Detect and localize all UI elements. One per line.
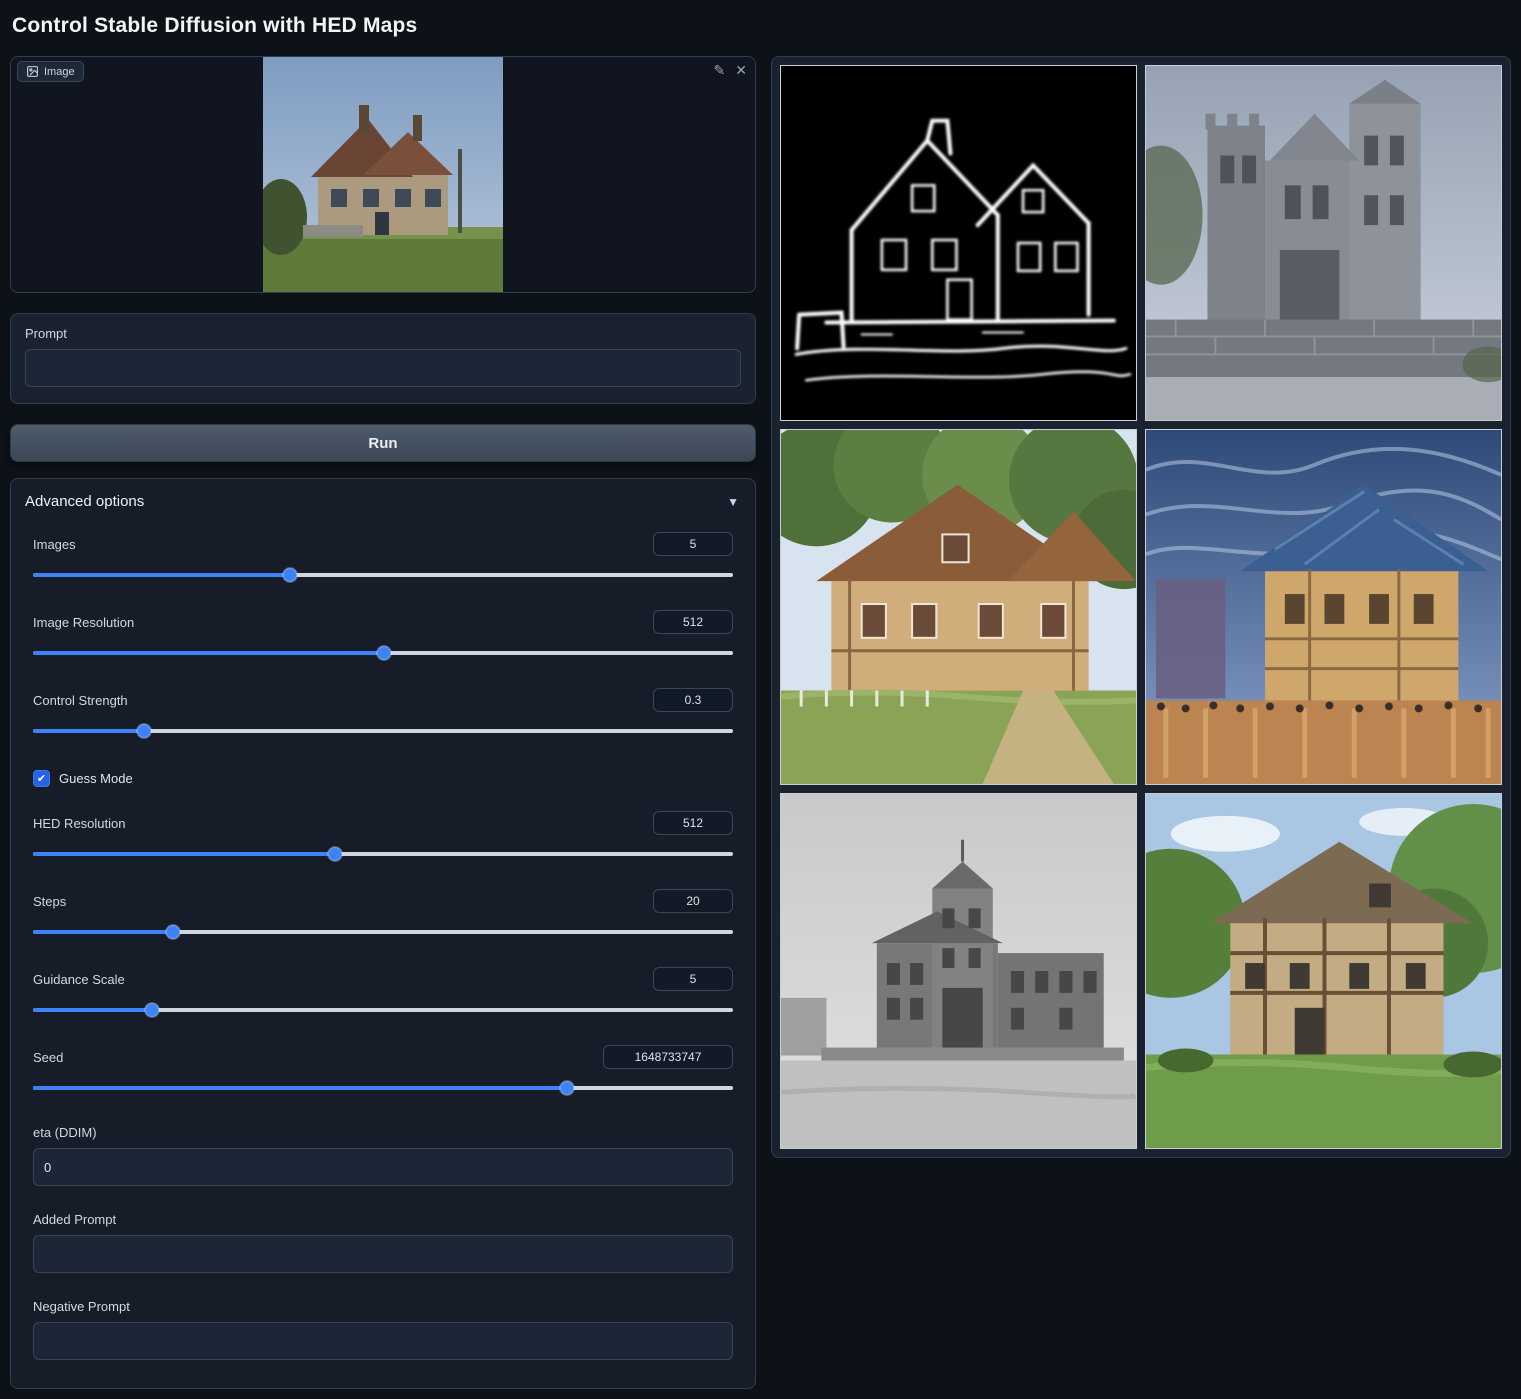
negative-prompt-input[interactable] (33, 1322, 733, 1360)
slider-fill (33, 930, 173, 934)
slider-hed-resolution-handle[interactable] (328, 847, 342, 861)
slider-image-resolution-track[interactable] (33, 646, 733, 660)
slider-steps-track[interactable] (33, 925, 733, 939)
slider-fill (33, 852, 335, 856)
page: Control Stable Diffusion with HED Maps I… (0, 0, 1521, 1399)
page-title: Control Stable Diffusion with HED Maps (12, 14, 1511, 38)
image-icon (26, 65, 39, 78)
gallery-image-hed-map[interactable] (780, 65, 1137, 421)
slider-images-label: Images (33, 537, 76, 552)
slider-seed-handle[interactable] (560, 1081, 574, 1095)
edit-icon[interactable]: ✎ (714, 63, 726, 77)
results-column (771, 56, 1511, 1158)
slider-image-resolution-handle[interactable] (377, 646, 391, 660)
slider-steps-value[interactable] (653, 889, 733, 913)
slider-control-strength-label: Control Strength (33, 693, 128, 708)
slider-fill (33, 573, 290, 577)
gallery-image-painted-house[interactable] (780, 429, 1137, 785)
gallery-image-stylized[interactable] (1145, 429, 1502, 785)
slider-control-strength-track[interactable] (33, 724, 733, 738)
slider-image-resolution: Image Resolution (21, 600, 745, 672)
advanced-options-header[interactable]: Advanced options ▼ (11, 479, 755, 522)
slider-hed-resolution-label: HED Resolution (33, 816, 126, 831)
eta-label: eta (DDIM) (33, 1125, 733, 1140)
slider-control-strength-value[interactable] (653, 688, 733, 712)
guess-mode-label: Guess Mode (59, 771, 133, 786)
slider-seed-label: Seed (33, 1050, 63, 1065)
image-label: Image (44, 66, 75, 78)
added-prompt-label: Added Prompt (33, 1212, 733, 1227)
slider-seed-track[interactable] (33, 1081, 733, 1095)
gallery-image-castle[interactable] (1145, 65, 1502, 421)
advanced-options-title: Advanced options (25, 493, 144, 510)
slider-images: Images (21, 522, 745, 594)
run-button[interactable]: Run (10, 424, 756, 462)
slider-hed-resolution-track[interactable] (33, 847, 733, 861)
eta-input[interactable] (33, 1148, 733, 1186)
slider-seed: Seed (21, 1035, 745, 1107)
slider-control-strength: Control Strength (21, 678, 745, 750)
slider-images-value[interactable] (653, 532, 733, 556)
prompt-label: Prompt (25, 326, 741, 341)
slider-guidance-scale-label: Guidance Scale (33, 972, 125, 987)
advanced-options-panel: Advanced options ▼ Images (10, 478, 756, 1389)
slider-fill (33, 729, 144, 733)
slider-steps-handle[interactable] (166, 925, 180, 939)
slider-guidance-scale-handle[interactable] (145, 1003, 159, 1017)
slider-steps-label: Steps (33, 894, 66, 909)
check-icon: ✔ (37, 772, 46, 785)
slider-images-track[interactable] (33, 568, 733, 582)
prompt-block: Prompt (10, 313, 756, 404)
slider-control-strength-handle[interactable] (137, 724, 151, 738)
close-icon[interactable]: ✕ (735, 63, 747, 77)
image-upload-area[interactable]: Image ✎ ✕ (10, 56, 756, 293)
gallery-image-house-lawn[interactable] (1145, 793, 1502, 1149)
slider-guidance-scale-track[interactable] (33, 1003, 733, 1017)
slider-fill (33, 651, 384, 655)
slider-fill (33, 1008, 152, 1012)
slider-image-resolution-label: Image Resolution (33, 615, 134, 630)
slider-seed-value[interactable] (603, 1045, 733, 1069)
added-prompt-group: Added Prompt (21, 1200, 745, 1287)
chevron-down-icon: ▼ (727, 495, 739, 509)
slider-hed-resolution: HED Resolution (21, 801, 745, 873)
slider-guidance-scale: Guidance Scale (21, 957, 745, 1029)
prompt-input[interactable] (25, 349, 741, 387)
controls-column: Image ✎ ✕ (10, 56, 756, 1389)
slider-image-resolution-value[interactable] (653, 610, 733, 634)
negative-prompt-label: Negative Prompt (33, 1299, 733, 1314)
negative-prompt-group: Negative Prompt (21, 1287, 745, 1374)
slider-guidance-scale-value[interactable] (653, 967, 733, 991)
guess-mode-checkbox[interactable]: ✔ Guess Mode (21, 756, 745, 801)
slider-hed-resolution-value[interactable] (653, 811, 733, 835)
checkbox-checked-box[interactable]: ✔ (33, 770, 50, 787)
slider-images-handle[interactable] (283, 568, 297, 582)
slider-fill (33, 1086, 567, 1090)
eta-group: eta (DDIM) (21, 1113, 745, 1200)
slider-steps: Steps (21, 879, 745, 951)
uploaded-image[interactable] (263, 57, 503, 293)
image-label-badge: Image (17, 61, 84, 82)
added-prompt-input[interactable] (33, 1235, 733, 1273)
result-gallery (771, 56, 1511, 1158)
gallery-image-grayscale[interactable] (780, 793, 1137, 1149)
